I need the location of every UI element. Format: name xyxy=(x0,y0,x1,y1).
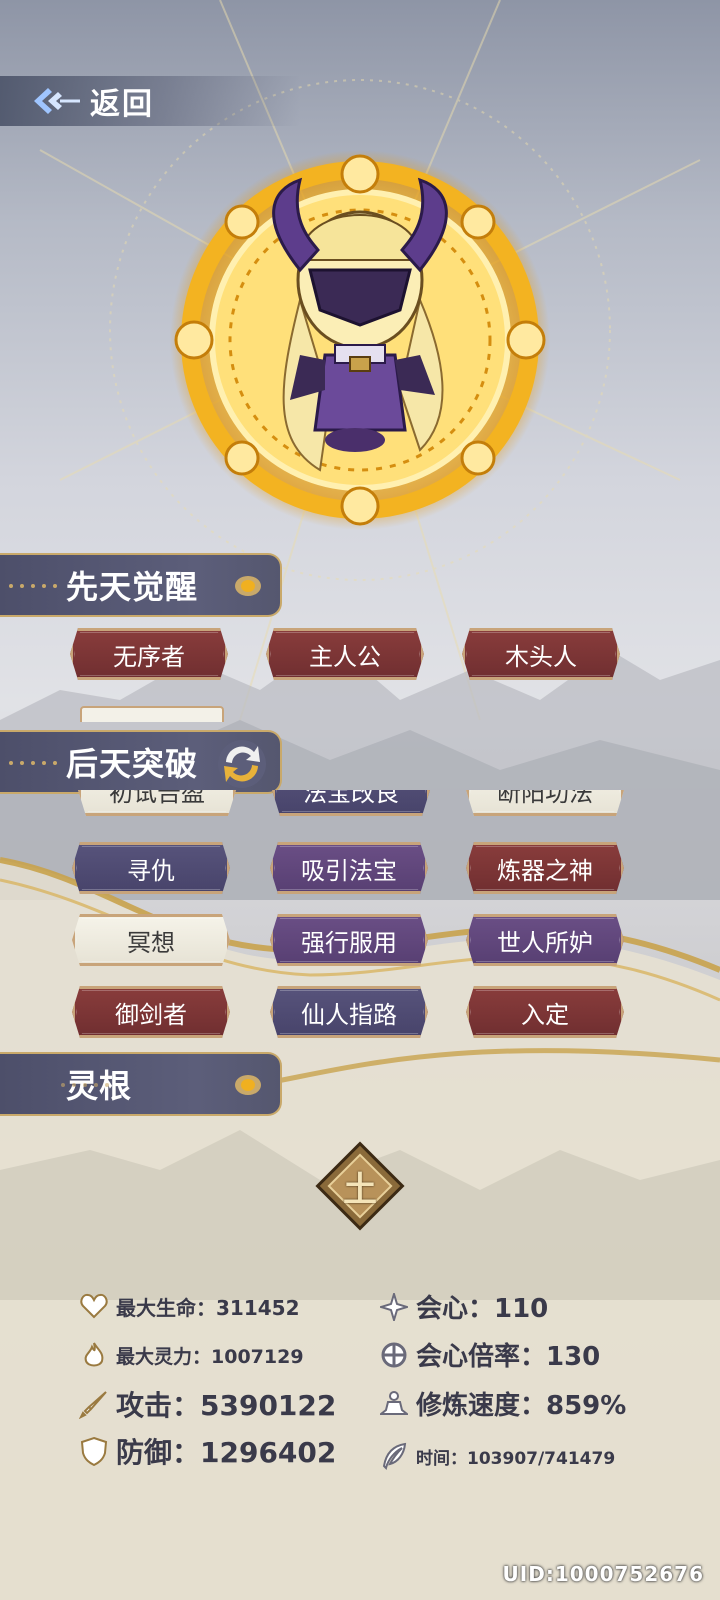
gem-icon xyxy=(235,576,261,596)
acquired-trait-button[interactable]: 仙人指路 xyxy=(270,986,428,1038)
acquired-trait-button[interactable]: 断阳功法 xyxy=(466,790,624,816)
spirit-root-header: 灵根 xyxy=(0,1052,282,1116)
innate-awakening-header: 先天觉醒 xyxy=(0,553,282,617)
trait-label: 强行服用 xyxy=(301,928,397,957)
acquired-trait-button[interactable]: 入定 xyxy=(466,986,624,1038)
trait-label: 御剑者 xyxy=(115,1000,187,1029)
stat-cultivation-speed: 修炼速度：859% xyxy=(378,1385,626,1422)
trait-label: 冥想 xyxy=(127,928,175,957)
acquired-trait-button[interactable]: 寻仇 xyxy=(72,842,230,894)
stat-max-mana: 最大灵力：1007129 xyxy=(78,1339,304,1371)
header-deco-icon xyxy=(9,761,57,765)
meditation-icon xyxy=(378,1388,410,1420)
earth-glyph: 土 xyxy=(343,1169,377,1210)
trait-label: 木头人 xyxy=(505,642,577,671)
stat-attack: 攻击：5390122 xyxy=(78,1384,336,1424)
crosshair-icon xyxy=(378,1339,410,1371)
stat-crit-rate: 会心倍率：130 xyxy=(378,1336,600,1373)
gem-icon xyxy=(235,1075,261,1095)
trait-label: 断阳功法 xyxy=(497,790,593,807)
game-screen: 返回 先天觉醒 无序者 主人公 木头人 后天突破 初试告盈 法宝改良 断阳功法 … xyxy=(0,0,720,1600)
trait-label: 吸引法宝 xyxy=(301,856,397,885)
shield-icon xyxy=(78,1435,110,1467)
back-label: 返回 xyxy=(90,87,154,122)
innate-awakening-title: 先天觉醒 xyxy=(66,568,199,606)
stat-defense: 防御：1296402 xyxy=(78,1431,336,1471)
trait-label: 寻仇 xyxy=(127,856,175,885)
acquired-trait-button[interactable]: 炼器之神 xyxy=(466,842,624,894)
refresh-icon[interactable] xyxy=(214,736,270,792)
flame-icon xyxy=(78,1339,110,1371)
stat-time: 时间：103907/741479 xyxy=(378,1440,615,1472)
stat-crit: 会心：110 xyxy=(378,1288,548,1325)
back-button[interactable]: 返回 xyxy=(0,76,300,126)
acquired-traits-list[interactable]: 初试告盈 法宝改良 断阳功法 寻仇 吸引法宝 炼器之神 冥想 强行服用 世人所妒… xyxy=(0,790,720,1038)
header-deco-icon xyxy=(61,1083,109,1087)
stat-max-hp: 最大生命：311452 xyxy=(78,1290,300,1322)
trait-label: 世人所妒 xyxy=(497,928,593,957)
trait-label: 入定 xyxy=(521,1000,569,1029)
trait-label: 主人公 xyxy=(309,642,381,671)
trait-label: 炼器之神 xyxy=(497,856,593,885)
acquired-trait-button[interactable]: 冥想 xyxy=(72,914,230,966)
spark-icon xyxy=(378,1291,410,1323)
acquired-trait-button[interactable]: 御剑者 xyxy=(72,986,230,1038)
acquired-trait-button[interactable]: 初试告盈 xyxy=(78,790,236,816)
uid-label: UID:1000752676 xyxy=(502,1562,704,1586)
feather-icon xyxy=(378,1440,410,1472)
innate-trait-button[interactable]: 无序者 xyxy=(70,628,228,680)
trait-label: 仙人指路 xyxy=(301,1000,397,1029)
header-deco-icon xyxy=(9,584,57,588)
innate-trait-button[interactable]: 木头人 xyxy=(462,628,620,680)
innate-trait-button[interactable]: 主人公 xyxy=(266,628,424,680)
trait-label: 法宝改良 xyxy=(303,790,399,807)
trait-label: 无序者 xyxy=(113,642,185,671)
earth-root-emblem[interactable]: 土 xyxy=(312,1138,408,1234)
acquired-trait-button[interactable]: 吸引法宝 xyxy=(270,842,428,894)
sword-icon xyxy=(78,1388,110,1420)
trait-row-peek xyxy=(80,706,224,722)
back-arrow-icon xyxy=(26,76,86,126)
acquired-breakthrough-title: 后天突破 xyxy=(66,745,199,783)
acquired-trait-button[interactable]: 强行服用 xyxy=(270,914,428,966)
trait-label: 初试告盈 xyxy=(109,790,205,807)
character-portrait xyxy=(170,150,550,530)
acquired-trait-button[interactable]: 法宝改良 xyxy=(272,790,430,816)
acquired-breakthrough-header: 后天突破 xyxy=(0,730,282,794)
heart-icon xyxy=(78,1290,110,1322)
acquired-trait-button[interactable]: 世人所妒 xyxy=(466,914,624,966)
